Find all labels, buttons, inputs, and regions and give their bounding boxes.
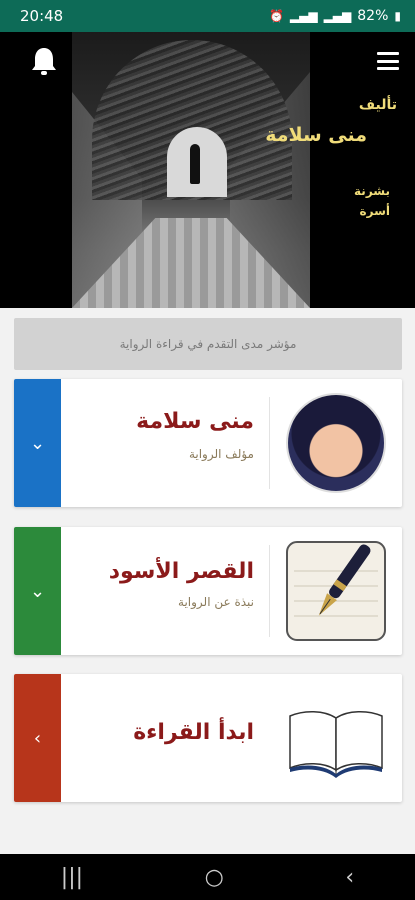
home-icon[interactable]: ○ bbox=[205, 865, 224, 890]
chevron-left-icon: ‹ bbox=[33, 727, 42, 749]
card-title: ابدأ القراءة bbox=[133, 720, 254, 745]
divider bbox=[269, 545, 270, 637]
back-icon[interactable]: ‹ bbox=[345, 865, 354, 890]
author-avatar bbox=[286, 393, 386, 493]
card-subtitle: مؤلف الرواية bbox=[188, 447, 254, 461]
alarm-icon: ⏰ bbox=[268, 9, 284, 23]
novel-card[interactable]: ⌄ القصر الأسود نبذة عن الرواية bbox=[14, 527, 402, 655]
author-card[interactable]: ⌄ منى سلامة مؤلف الرواية bbox=[14, 379, 402, 507]
bell-icon[interactable] bbox=[30, 46, 58, 76]
open-book-icon bbox=[289, 711, 383, 778]
card-title: القصر الأسود bbox=[108, 559, 254, 584]
pen-icon bbox=[286, 541, 386, 641]
expand-novel-button[interactable]: ⌄ bbox=[14, 527, 61, 655]
cover-photo bbox=[72, 32, 310, 308]
reading-progress-bar: مؤشر مدى التقدم في قراءة الرواية bbox=[14, 318, 402, 370]
divider bbox=[269, 397, 270, 489]
menu-icon[interactable] bbox=[377, 52, 399, 70]
battery-icon: ▮ bbox=[394, 9, 401, 23]
chevron-down-icon: ⌄ bbox=[29, 432, 46, 454]
status-icons: ⏰ ▂▄▆ ▂▄▆ 82% ▮ bbox=[269, 8, 401, 24]
system-nav-bar: ||| ○ ‹ bbox=[0, 854, 415, 900]
tagline-line-2: أسرة bbox=[359, 204, 390, 218]
signal-icon: ▂▄▆ bbox=[323, 9, 352, 23]
progress-label: مؤشر مدى التقدم في قراءة الرواية bbox=[119, 337, 297, 351]
status-time: 20:48 bbox=[20, 7, 64, 25]
expand-author-button[interactable]: ⌄ bbox=[14, 379, 61, 507]
status-bar: 20:48 ⏰ ▂▄▆ ▂▄▆ 82% ▮ bbox=[0, 0, 415, 32]
chevron-down-icon: ⌄ bbox=[29, 580, 46, 602]
start-reading-card[interactable]: ‹ ابدأ القراءة bbox=[14, 674, 402, 802]
hero-banner: تأليف منى سلامة بشرنة أسرة bbox=[0, 32, 415, 308]
recents-icon[interactable]: ||| bbox=[61, 865, 83, 890]
author-name: منى سلامة bbox=[265, 124, 367, 146]
start-reading-button[interactable]: ‹ bbox=[14, 674, 61, 802]
tagline-line-1: بشرنة bbox=[354, 184, 390, 198]
card-subtitle: نبذة عن الرواية bbox=[178, 595, 254, 609]
battery-level: 82% bbox=[357, 8, 389, 24]
card-title: منى سلامة bbox=[136, 409, 254, 434]
author-label: تأليف bbox=[358, 97, 397, 113]
signal-icon: ▂▄▆ bbox=[289, 9, 318, 23]
